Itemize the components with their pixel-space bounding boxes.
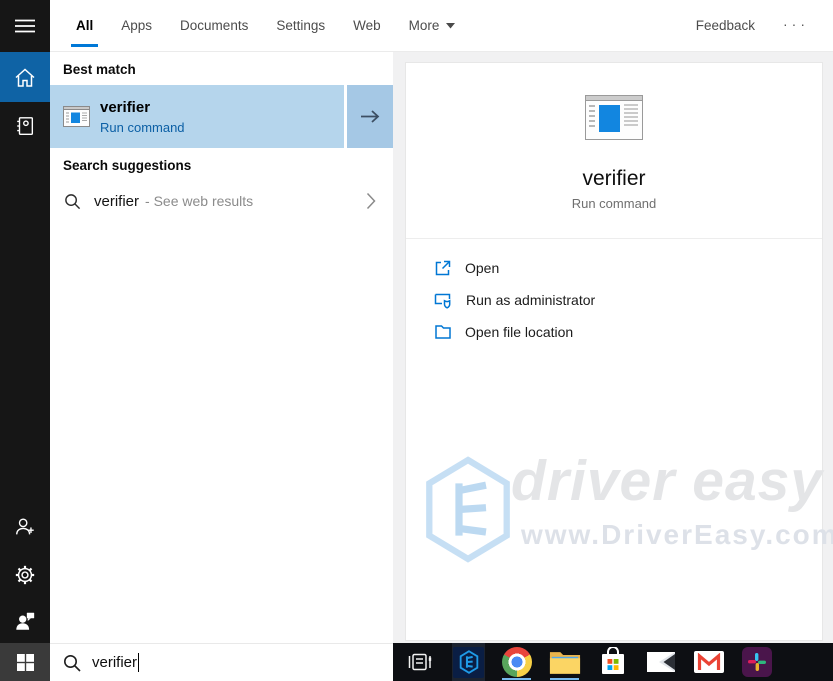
suggestion-term: verifier xyxy=(94,192,140,210)
action-open[interactable]: Open xyxy=(434,258,595,278)
sidebar-item-account[interactable] xyxy=(0,503,50,551)
best-match-result[interactable]: verifier Run command xyxy=(50,85,344,148)
preview-divider xyxy=(406,238,822,239)
hamburger-menu-button[interactable] xyxy=(0,0,50,52)
best-match-title: verifier xyxy=(100,98,151,116)
folder-outline-icon xyxy=(434,323,452,341)
tab-web[interactable]: Web xyxy=(339,0,395,51)
taskbar-item-slack[interactable] xyxy=(740,643,773,681)
taskbar-search-input[interactable]: verifier xyxy=(50,643,393,681)
verifier-app-icon xyxy=(63,106,90,127)
person-feedback-icon xyxy=(14,610,36,632)
search-icon xyxy=(63,654,81,672)
notebook-icon xyxy=(14,115,36,137)
text-cursor xyxy=(138,653,140,672)
chevron-down-icon xyxy=(446,22,456,29)
tab-settings-label: Settings xyxy=(276,18,326,33)
tab-all-label: All xyxy=(76,18,94,33)
chrome-icon xyxy=(501,647,532,677)
file-explorer-icon xyxy=(549,649,581,675)
taskbar-item-mail[interactable] xyxy=(644,643,677,681)
gear-icon xyxy=(14,564,36,586)
slack-icon xyxy=(741,647,772,677)
gmail-icon xyxy=(693,651,724,673)
task-view-icon xyxy=(408,652,434,672)
chevron-right-icon xyxy=(366,192,376,210)
left-rail xyxy=(0,0,50,681)
start-button[interactable] xyxy=(0,643,50,681)
action-open-label: Open xyxy=(465,260,500,276)
microsoft-store-icon xyxy=(599,647,627,677)
sidebar-item-feedback[interactable] xyxy=(0,599,50,643)
search-icon xyxy=(64,193,81,210)
running-indicator xyxy=(502,678,531,680)
sidebar-item-notebook[interactable] xyxy=(0,102,50,150)
action-file-location-label: Open file location xyxy=(465,324,574,340)
verifier-app-icon-large xyxy=(585,95,643,140)
search-results-panel: Best match verifier Run command Search s… xyxy=(50,52,393,643)
tab-settings[interactable]: Settings xyxy=(262,0,339,51)
taskbar xyxy=(393,643,833,681)
feedback-link[interactable]: Feedback xyxy=(696,18,755,33)
windows-logo-icon xyxy=(16,653,34,671)
taskbar-item-gmail[interactable] xyxy=(692,643,725,681)
best-match-subtitle: Run command xyxy=(100,119,185,135)
tab-documents[interactable]: Documents xyxy=(166,0,262,51)
taskbar-item-driver-easy[interactable] xyxy=(452,643,485,681)
open-window-icon xyxy=(434,259,452,277)
best-match-expand-button[interactable] xyxy=(347,85,393,148)
task-view-button[interactable] xyxy=(404,643,437,681)
best-match-header: Best match xyxy=(63,62,136,77)
action-run-as-administrator[interactable]: Run as administrator xyxy=(434,290,595,310)
preview-region: verifier Run command Open Run as adminis… xyxy=(393,52,833,643)
tab-more[interactable]: More xyxy=(395,0,470,51)
preview-subtitle: Run command xyxy=(571,196,657,211)
taskbar-item-file-explorer[interactable] xyxy=(548,643,581,681)
sidebar-item-settings[interactable] xyxy=(0,551,50,599)
tab-apps[interactable]: Apps xyxy=(107,0,166,51)
preview-card: verifier Run command Open Run as adminis… xyxy=(405,62,823,641)
running-indicator xyxy=(550,678,579,680)
web-search-suggestion[interactable]: verifier - See web results xyxy=(50,184,393,218)
more-options-icon[interactable]: ··· xyxy=(783,16,809,36)
topbar-right: Feedback ··· xyxy=(696,0,809,51)
tab-apps-label: Apps xyxy=(121,18,153,33)
tab-web-label: Web xyxy=(353,18,381,33)
add-person-icon xyxy=(14,516,36,538)
arrow-right-icon xyxy=(359,109,381,124)
taskbar-item-chrome[interactable] xyxy=(500,643,533,681)
taskbar-item-microsoft-store[interactable] xyxy=(596,643,629,681)
tab-more-label: More xyxy=(408,18,440,33)
filter-tabs: All Apps Documents Settings Web More xyxy=(62,0,469,51)
driver-easy-icon xyxy=(453,646,484,678)
preview-title: verifier xyxy=(582,167,646,190)
best-match-texts: verifier Run command xyxy=(100,99,185,135)
tab-all[interactable]: All xyxy=(62,0,107,51)
action-run-admin-label: Run as administrator xyxy=(466,292,596,308)
admin-shield-icon xyxy=(434,291,453,309)
search-suggestions-header: Search suggestions xyxy=(63,158,192,173)
home-icon xyxy=(14,67,36,88)
suggestion-hint: - See web results xyxy=(145,193,254,209)
sidebar-item-home[interactable] xyxy=(0,52,50,102)
preview-actions: Open Run as administrator Open file loca… xyxy=(434,258,595,342)
search-filter-bar: All Apps Documents Settings Web More Fee… xyxy=(50,0,833,52)
search-query-text: verifier xyxy=(92,654,138,671)
mail-icon xyxy=(646,651,676,673)
action-open-file-location[interactable]: Open file location xyxy=(434,322,595,342)
hamburger-icon xyxy=(15,19,35,33)
tab-documents-label: Documents xyxy=(180,18,249,33)
